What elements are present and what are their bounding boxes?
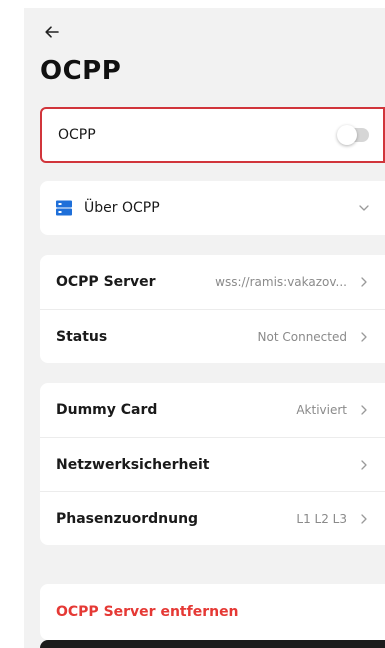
card-settings-card: Dummy Card Aktiviert Netzwerksicherheit …	[40, 383, 385, 545]
dummy-card-label: Dummy Card	[56, 402, 158, 418]
remove-server-label: OCPP Server entfernen	[56, 604, 239, 620]
phase-assignment-label: Phasenzuordnung	[56, 510, 199, 527]
server-icon	[56, 200, 72, 216]
about-ocpp-label: Über OCPP	[84, 200, 160, 216]
screen: OCPP OCPP Über OCPP OCPP Server wss://ra…	[24, 8, 385, 648]
page-title: OCPP	[40, 56, 122, 86]
network-security-label: Netzwerksicherheit	[56, 456, 210, 473]
remove-server-button[interactable]: OCPP Server entfernen	[40, 584, 385, 640]
bottom-bar	[40, 640, 385, 648]
server-settings-card: OCPP Server wss://ramis:vakazov... Statu…	[40, 255, 385, 363]
phase-assignment-value: L1 L2 L3	[296, 511, 347, 526]
status-value: Not Connected	[257, 329, 347, 344]
status-label: Status	[56, 328, 108, 345]
chevron-right-icon	[359, 513, 369, 524]
dummy-card-row[interactable]: Dummy Card Aktiviert	[40, 383, 385, 437]
back-button[interactable]	[42, 22, 62, 42]
network-security-row[interactable]: Netzwerksicherheit	[40, 437, 385, 491]
ocpp-toggle-card[interactable]: OCPP	[40, 107, 385, 163]
dummy-card-value: Aktiviert	[296, 403, 347, 417]
ocpp-server-label: OCPP Server	[56, 274, 156, 290]
chevron-right-icon	[359, 405, 369, 415]
ocpp-switch[interactable]	[337, 125, 369, 145]
arrow-left-icon	[45, 26, 59, 38]
phase-assignment-row[interactable]: Phasenzuordnung L1 L2 L3	[40, 491, 385, 545]
chevron-right-icon	[359, 277, 369, 287]
ocpp-toggle-label: OCPP	[58, 127, 96, 143]
ocpp-server-row[interactable]: OCPP Server wss://ramis:vakazov...	[40, 255, 385, 309]
about-ocpp-row[interactable]: Über OCPP	[40, 181, 385, 235]
ocpp-toggle-row[interactable]: OCPP	[42, 109, 383, 161]
ocpp-server-value: wss://ramis:vakazov...	[215, 275, 347, 289]
status-row[interactable]: Status Not Connected	[40, 309, 385, 363]
remove-server-card[interactable]: OCPP Server entfernen	[40, 584, 385, 640]
chevron-right-icon	[359, 331, 369, 342]
chevron-right-icon	[359, 459, 369, 470]
about-ocpp-card[interactable]: Über OCPP	[40, 181, 385, 235]
switch-knob	[337, 125, 357, 145]
chevron-down-icon	[359, 205, 369, 211]
